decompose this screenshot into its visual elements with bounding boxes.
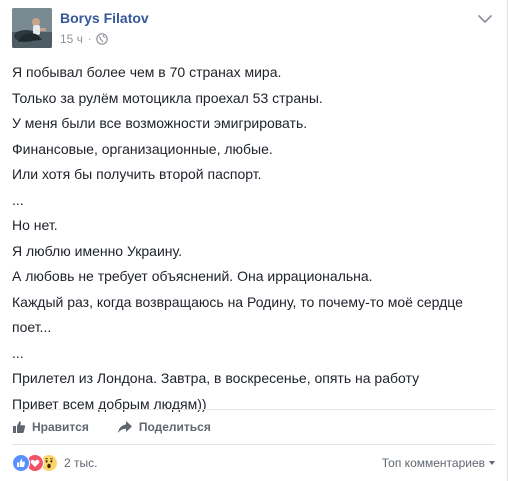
post-line: ...	[12, 344, 24, 361]
avatar-photo	[12, 8, 52, 48]
post-line: А любовь не требует объяснений. Она ирра…	[12, 268, 373, 284]
post-header: Borys Filatov 15 ч ·	[12, 8, 495, 52]
actions-top-divider	[12, 409, 495, 410]
post-meta: 15 ч ·	[60, 32, 109, 46]
chevron-down-icon[interactable]	[477, 12, 493, 24]
reaction-count: 2 тыс.	[64, 456, 98, 470]
globe-icon[interactable]	[96, 33, 109, 45]
post-line: Каждый раз, когда возвращаюсь на Родину,…	[12, 293, 463, 336]
like-button[interactable]: Нравится	[12, 420, 89, 434]
share-button-label: Поделиться	[138, 420, 211, 434]
caret-down-icon	[489, 461, 495, 465]
share-button[interactable]: Поделиться	[117, 420, 211, 434]
comments-sort-dropdown[interactable]: Топ комментариев	[382, 456, 495, 470]
like-button-label: Нравится	[32, 420, 89, 434]
comments-sort-label: Топ комментариев	[381, 456, 485, 470]
author-name[interactable]: Borys Filatov	[60, 10, 149, 26]
post-line: Только за рулём мотоцикла проехал 53 стр…	[12, 89, 323, 106]
post-line: ...	[12, 191, 24, 208]
thumbs-up-icon	[13, 421, 26, 433]
like-reaction-icon	[12, 454, 30, 472]
meta-separator: ·	[87, 33, 92, 45]
post-line: Или хотя бы получить второй паспорт.	[12, 166, 262, 182]
share-arrow-icon	[117, 421, 132, 433]
reactions-summary[interactable]: 2 тыс.	[12, 454, 97, 472]
post-line: Я люблю именно Украину.	[12, 242, 182, 259]
post-actions-bar: Нравится Поделиться	[12, 412, 495, 442]
post-line: Я побывал более чем в 70 странах мира.	[12, 64, 282, 80]
actions-bottom-divider	[12, 444, 495, 445]
facebook-post-card: Borys Filatov 15 ч · Я побывал более чем…	[0, 0, 508, 481]
post-footer: 2 тыс. Топ комментариев	[12, 450, 495, 476]
post-line: У меня были все возможности эмигрировать…	[12, 115, 308, 131]
post-line: Но нет.	[12, 217, 58, 233]
post-timestamp[interactable]: 15 ч	[60, 32, 83, 46]
post-line: Прилетел из Лондона. Завтра, в воскресен…	[12, 370, 420, 386]
post-line: Финансовые, организационные, любые.	[12, 140, 273, 157]
author-avatar[interactable]	[12, 8, 52, 48]
post-text: Я побывал более чем в 70 странах мира. Т…	[12, 60, 493, 417]
